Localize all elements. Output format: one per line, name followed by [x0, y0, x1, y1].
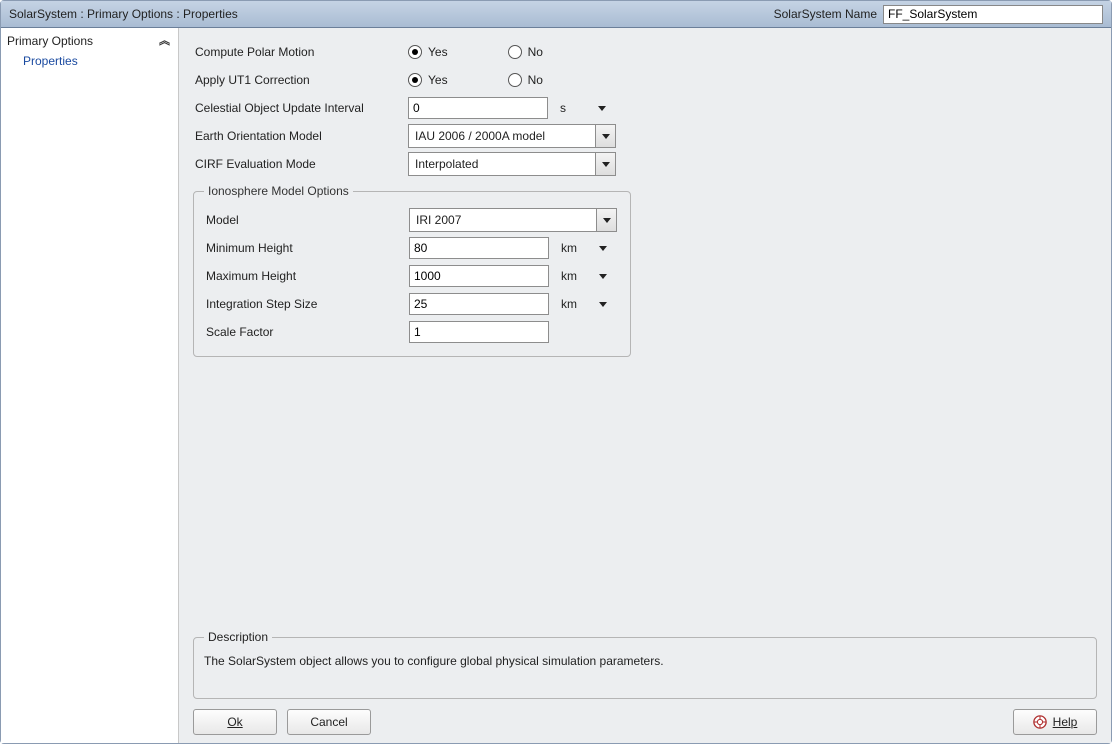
chevron-down-icon — [602, 134, 610, 139]
unit-text: km — [561, 269, 581, 283]
row-apply-ut1: Apply UT1 Correction Yes No — [193, 66, 1097, 94]
dialog-window: SolarSystem : Primary Options : Properti… — [0, 0, 1112, 744]
combo-text: IAU 2006 / 2000A model — [409, 127, 595, 145]
unit-text: km — [561, 241, 581, 255]
solarsystem-name-label: SolarSystem Name — [774, 7, 877, 21]
radio-dot-icon — [508, 73, 522, 87]
chevron-down-icon — [599, 274, 607, 279]
label-earth-orientation: Earth Orientation Model — [193, 129, 408, 143]
label-min-height: Minimum Height — [204, 241, 409, 255]
label-step-size: Integration Step Size — [204, 297, 409, 311]
chevron-down-icon — [602, 162, 610, 167]
group-ionosphere: Ionosphere Model Options Model IRI 2007 … — [193, 184, 631, 357]
button-label: Cancel — [310, 715, 347, 729]
radio-dot-icon — [408, 73, 422, 87]
radio-polar-no[interactable]: No — [508, 45, 543, 59]
input-min-height[interactable] — [409, 237, 549, 259]
combo-text: IRI 2007 — [410, 211, 596, 229]
button-row: Ok Cancel Help — [193, 707, 1097, 735]
input-step-size[interactable] — [409, 293, 549, 315]
row-iono-model: Model IRI 2007 — [204, 206, 620, 234]
radio-dot-icon — [408, 45, 422, 59]
breadcrumb: SolarSystem : Primary Options : Properti… — [9, 7, 774, 21]
tree-root-label: Primary Options — [7, 34, 93, 48]
radio-label: Yes — [428, 45, 448, 59]
cancel-button[interactable]: Cancel — [287, 709, 371, 735]
label-cirf-mode: CIRF Evaluation Mode — [193, 157, 408, 171]
unit-step-size[interactable]: km — [561, 297, 607, 311]
input-update-interval[interactable] — [408, 97, 548, 119]
unit-text: s — [560, 101, 580, 115]
group-description: Description The SolarSystem object allow… — [193, 630, 1097, 699]
help-button[interactable]: Help — [1013, 709, 1097, 735]
row-earth-orientation: Earth Orientation Model IAU 2006 / 2000A… — [193, 122, 1097, 150]
combo-dropdown-button[interactable] — [596, 209, 616, 231]
label-scale-factor: Scale Factor — [204, 325, 409, 339]
unit-max-height[interactable]: km — [561, 269, 607, 283]
description-text: The SolarSystem object allows you to con… — [204, 654, 1086, 668]
unit-min-height[interactable]: km — [561, 241, 607, 255]
row-scale-factor: Scale Factor — [204, 318, 620, 346]
combo-text: Interpolated — [409, 155, 595, 173]
radio-label: Yes — [428, 73, 448, 87]
chevron-down-icon — [599, 246, 607, 251]
label-update-interval: Celestial Object Update Interval — [193, 101, 408, 115]
help-lifebuoy-icon — [1033, 715, 1047, 729]
legend-ionosphere: Ionosphere Model Options — [204, 184, 353, 198]
row-compute-polar-motion: Compute Polar Motion Yes No — [193, 38, 1097, 66]
radio-ut1-yes[interactable]: Yes — [408, 73, 448, 87]
input-scale-factor[interactable] — [409, 321, 549, 343]
radiogroup-compute-polar-motion: Yes No — [408, 45, 543, 59]
chevron-down-icon — [603, 218, 611, 223]
combo-dropdown-button[interactable] — [595, 125, 615, 147]
row-step-size: Integration Step Size km — [204, 290, 620, 318]
unit-text: km — [561, 297, 581, 311]
row-cirf-mode: CIRF Evaluation Mode Interpolated — [193, 150, 1097, 178]
label-apply-ut1: Apply UT1 Correction — [193, 73, 408, 87]
sidebar-tree: Primary Options ︽ Properties — [1, 28, 179, 743]
content-body: Primary Options ︽ Properties Compute Pol… — [1, 28, 1111, 743]
label-iono-model: Model — [204, 213, 409, 227]
label-max-height: Maximum Height — [204, 269, 409, 283]
radio-polar-yes[interactable]: Yes — [408, 45, 448, 59]
combo-iono-model[interactable]: IRI 2007 — [409, 208, 617, 232]
titlebar: SolarSystem : Primary Options : Properti… — [1, 1, 1111, 28]
label-compute-polar-motion: Compute Polar Motion — [193, 45, 408, 59]
ok-button[interactable]: Ok — [193, 709, 277, 735]
button-label: Ok — [227, 715, 242, 729]
row-min-height: Minimum Height km — [204, 234, 620, 262]
tree-item-properties[interactable]: Properties — [1, 50, 178, 72]
collapse-icon[interactable]: ︽ — [159, 36, 170, 47]
radiogroup-apply-ut1: Yes No — [408, 73, 543, 87]
main-panel: Compute Polar Motion Yes No Apply UT1 Co… — [179, 28, 1111, 743]
combo-dropdown-button[interactable] — [595, 153, 615, 175]
radio-label: No — [528, 73, 543, 87]
button-label: Help — [1053, 715, 1078, 729]
input-max-height[interactable] — [409, 265, 549, 287]
solarsystem-name-input[interactable] — [883, 5, 1103, 24]
spacer — [193, 357, 1097, 630]
combo-cirf-mode[interactable]: Interpolated — [408, 152, 616, 176]
radio-label: No — [528, 45, 543, 59]
chevron-down-icon — [598, 106, 606, 111]
tree-root-primary-options[interactable]: Primary Options ︽ — [1, 32, 178, 50]
radio-ut1-no[interactable]: No — [508, 73, 543, 87]
unit-update-interval[interactable]: s — [560, 101, 606, 115]
row-update-interval: Celestial Object Update Interval s — [193, 94, 1097, 122]
row-max-height: Maximum Height km — [204, 262, 620, 290]
combo-earth-orientation[interactable]: IAU 2006 / 2000A model — [408, 124, 616, 148]
radio-dot-icon — [508, 45, 522, 59]
chevron-down-icon — [599, 302, 607, 307]
legend-description: Description — [204, 630, 272, 644]
